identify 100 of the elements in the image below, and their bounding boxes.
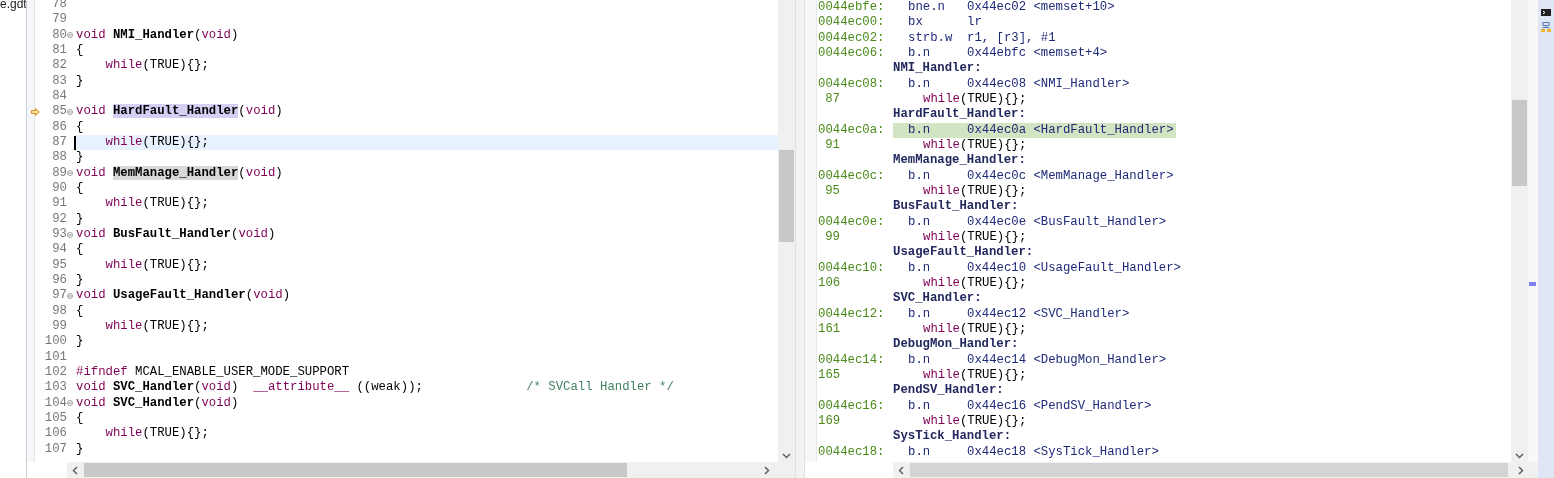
code-line: void BusFault_Handler(void) (76, 226, 276, 243)
address-text: 0044ec02: (818, 30, 885, 46)
address-text: 0044ec0e: (818, 214, 885, 230)
chevron-down-icon[interactable] (1515, 453, 1524, 459)
code-line: while(TRUE){}; (104, 196, 209, 212)
code-line: } (76, 272, 84, 289)
code-line: void HardFault_Handler(void) (76, 104, 283, 120)
instruction-text[interactable]: b.n 0x44ec18 <SysTick_Handler> (893, 444, 1161, 460)
line-number: 101 (44, 349, 67, 365)
instruction-text[interactable]: b.n 0x44ec10 <UsageFault_Handler> (893, 260, 1183, 276)
scroll-thumb[interactable] (910, 463, 1508, 477)
line-number: 91 (824, 137, 840, 154)
chevron-down-icon[interactable] (782, 453, 791, 459)
address-text: 0044ec06: (818, 46, 885, 62)
code-line: } (76, 150, 84, 166)
fold-icon[interactable] (67, 231, 73, 238)
line-number: 94 (52, 242, 67, 258)
source-line: while(TRUE){}; (923, 91, 1027, 108)
chevron-right-icon[interactable] (764, 466, 770, 475)
function-label: NMI_Handler: (893, 61, 982, 77)
fold-icon[interactable] (67, 400, 73, 407)
code-line: { (76, 303, 84, 319)
horizontal-scrollbar[interactable] (67, 462, 795, 478)
file-name[interactable]: e.gdt (0, 0, 26, 9)
instruction-text[interactable]: b.n 0x44ec08 <NMI_Handler> (893, 76, 1132, 92)
function-label: UsageFault_Handler: (893, 245, 1034, 261)
line-number: 93 (52, 226, 67, 243)
chevron-left-icon[interactable] (898, 466, 904, 475)
address-text: 0044ec18: (818, 444, 885, 460)
scroll-thumb[interactable] (779, 150, 794, 242)
line-number: 86 (52, 119, 67, 135)
line-number: 85 (52, 104, 67, 120)
line-number: 81 (52, 43, 67, 59)
fold-icon[interactable] (67, 292, 73, 299)
chevron-right-icon[interactable] (1518, 466, 1524, 475)
source-line: while(TRUE){}; (923, 275, 1027, 292)
address-text: 0044ec10: (818, 260, 885, 276)
instruction-text[interactable]: b.n 0x44ebfc <memset+4> (893, 46, 1110, 62)
instruction-text[interactable]: strb.w r1, [r3], #1 (893, 30, 1058, 46)
function-label: PendSV_Handler: (893, 383, 1004, 399)
source-line: while(TRUE){}; (923, 183, 1027, 200)
scroll-thumb[interactable] (84, 463, 627, 477)
line-number: 95 (824, 183, 840, 200)
instruction-text[interactable]: b.n 0x44ec12 <SVC_Handler> (893, 306, 1132, 322)
code-line: while(TRUE){}; (104, 426, 209, 442)
line-number: 89 (52, 165, 67, 181)
function-label: MemManage_Handler: (893, 153, 1026, 169)
function-label: DebugMon_Handler: (893, 337, 1019, 353)
code-line: { (76, 242, 84, 258)
line-number: 79 (52, 12, 67, 28)
source-line: while(TRUE){}; (923, 413, 1027, 430)
fold-icon[interactable] (67, 170, 73, 177)
code-line: void SVC_Handler(void) __attribute__ ((weak)); /* SVCall Handler */ (76, 380, 674, 396)
instruction-text[interactable]: b.n 0x44ec0c <MemManage_Handler> (893, 168, 1176, 184)
function-label: HardFault_Handler: (893, 107, 1026, 123)
code-line: { (76, 410, 84, 427)
address-text: 0044ec12: (818, 306, 885, 322)
vertical-scrollbar[interactable] (778, 0, 795, 462)
line-number: 165 (818, 367, 840, 384)
function-label: SysTick_Handler: (893, 429, 1012, 445)
instruction-text[interactable]: b.n 0x44ec0a <HardFault_Handler> (893, 122, 1176, 138)
code-line: } (76, 73, 84, 89)
code-line: while(TRUE){}; (104, 134, 209, 151)
address-text: 0044ec14: (818, 352, 885, 368)
code-line: { (76, 119, 84, 135)
line-number: 98 (52, 303, 67, 319)
line-number: 100 (44, 334, 67, 350)
code-line: } (76, 211, 84, 227)
function-label: SVC_Handler: (893, 291, 982, 307)
horizontal-scrollbar[interactable] (893, 462, 1538, 478)
hierarchy-icon[interactable] (1541, 22, 1551, 32)
line-number: 96 (52, 272, 67, 289)
console-icon[interactable] (1541, 9, 1551, 16)
code-line: while(TRUE){}; (104, 318, 209, 335)
code-line: { (76, 180, 84, 197)
line-number: 80 (52, 27, 67, 43)
line-number: 87 (52, 134, 67, 151)
chevron-left-icon[interactable] (72, 466, 78, 475)
line-number: 106 (818, 275, 840, 292)
fold-icon[interactable] (67, 108, 73, 115)
line-number: 90 (52, 180, 67, 197)
scroll-thumb[interactable] (1512, 100, 1527, 186)
instruction-text[interactable]: b.n 0x44ec0e <BusFault_Handler> (893, 214, 1169, 230)
code-line: } (76, 334, 84, 350)
line-number: 83 (52, 73, 67, 89)
line-number: 84 (52, 88, 67, 105)
vertical-scrollbar[interactable] (1511, 0, 1528, 462)
code-line: void UsageFault_Handler(void) (76, 288, 291, 304)
line-number: 91 (52, 196, 67, 212)
instruction-text[interactable]: bx lr (893, 15, 984, 31)
line-number: 99 (824, 229, 840, 246)
instruction-text[interactable]: bne.n 0x44ec02 <memset+10> (893, 0, 1117, 16)
instruction-text[interactable]: b.n 0x44ec16 <PendSV_Handler> (893, 398, 1154, 414)
source-line: while(TRUE){}; (923, 229, 1027, 246)
line-number: 95 (52, 257, 67, 273)
fold-icon[interactable] (67, 32, 73, 39)
instruction-text[interactable]: b.n 0x44ec14 <DebugMon_Handler> (893, 352, 1169, 368)
code-line: while(TRUE){}; (104, 58, 209, 74)
overview-marker[interactable] (1529, 282, 1536, 286)
code-line: void MemManage_Handler(void) (76, 165, 283, 181)
